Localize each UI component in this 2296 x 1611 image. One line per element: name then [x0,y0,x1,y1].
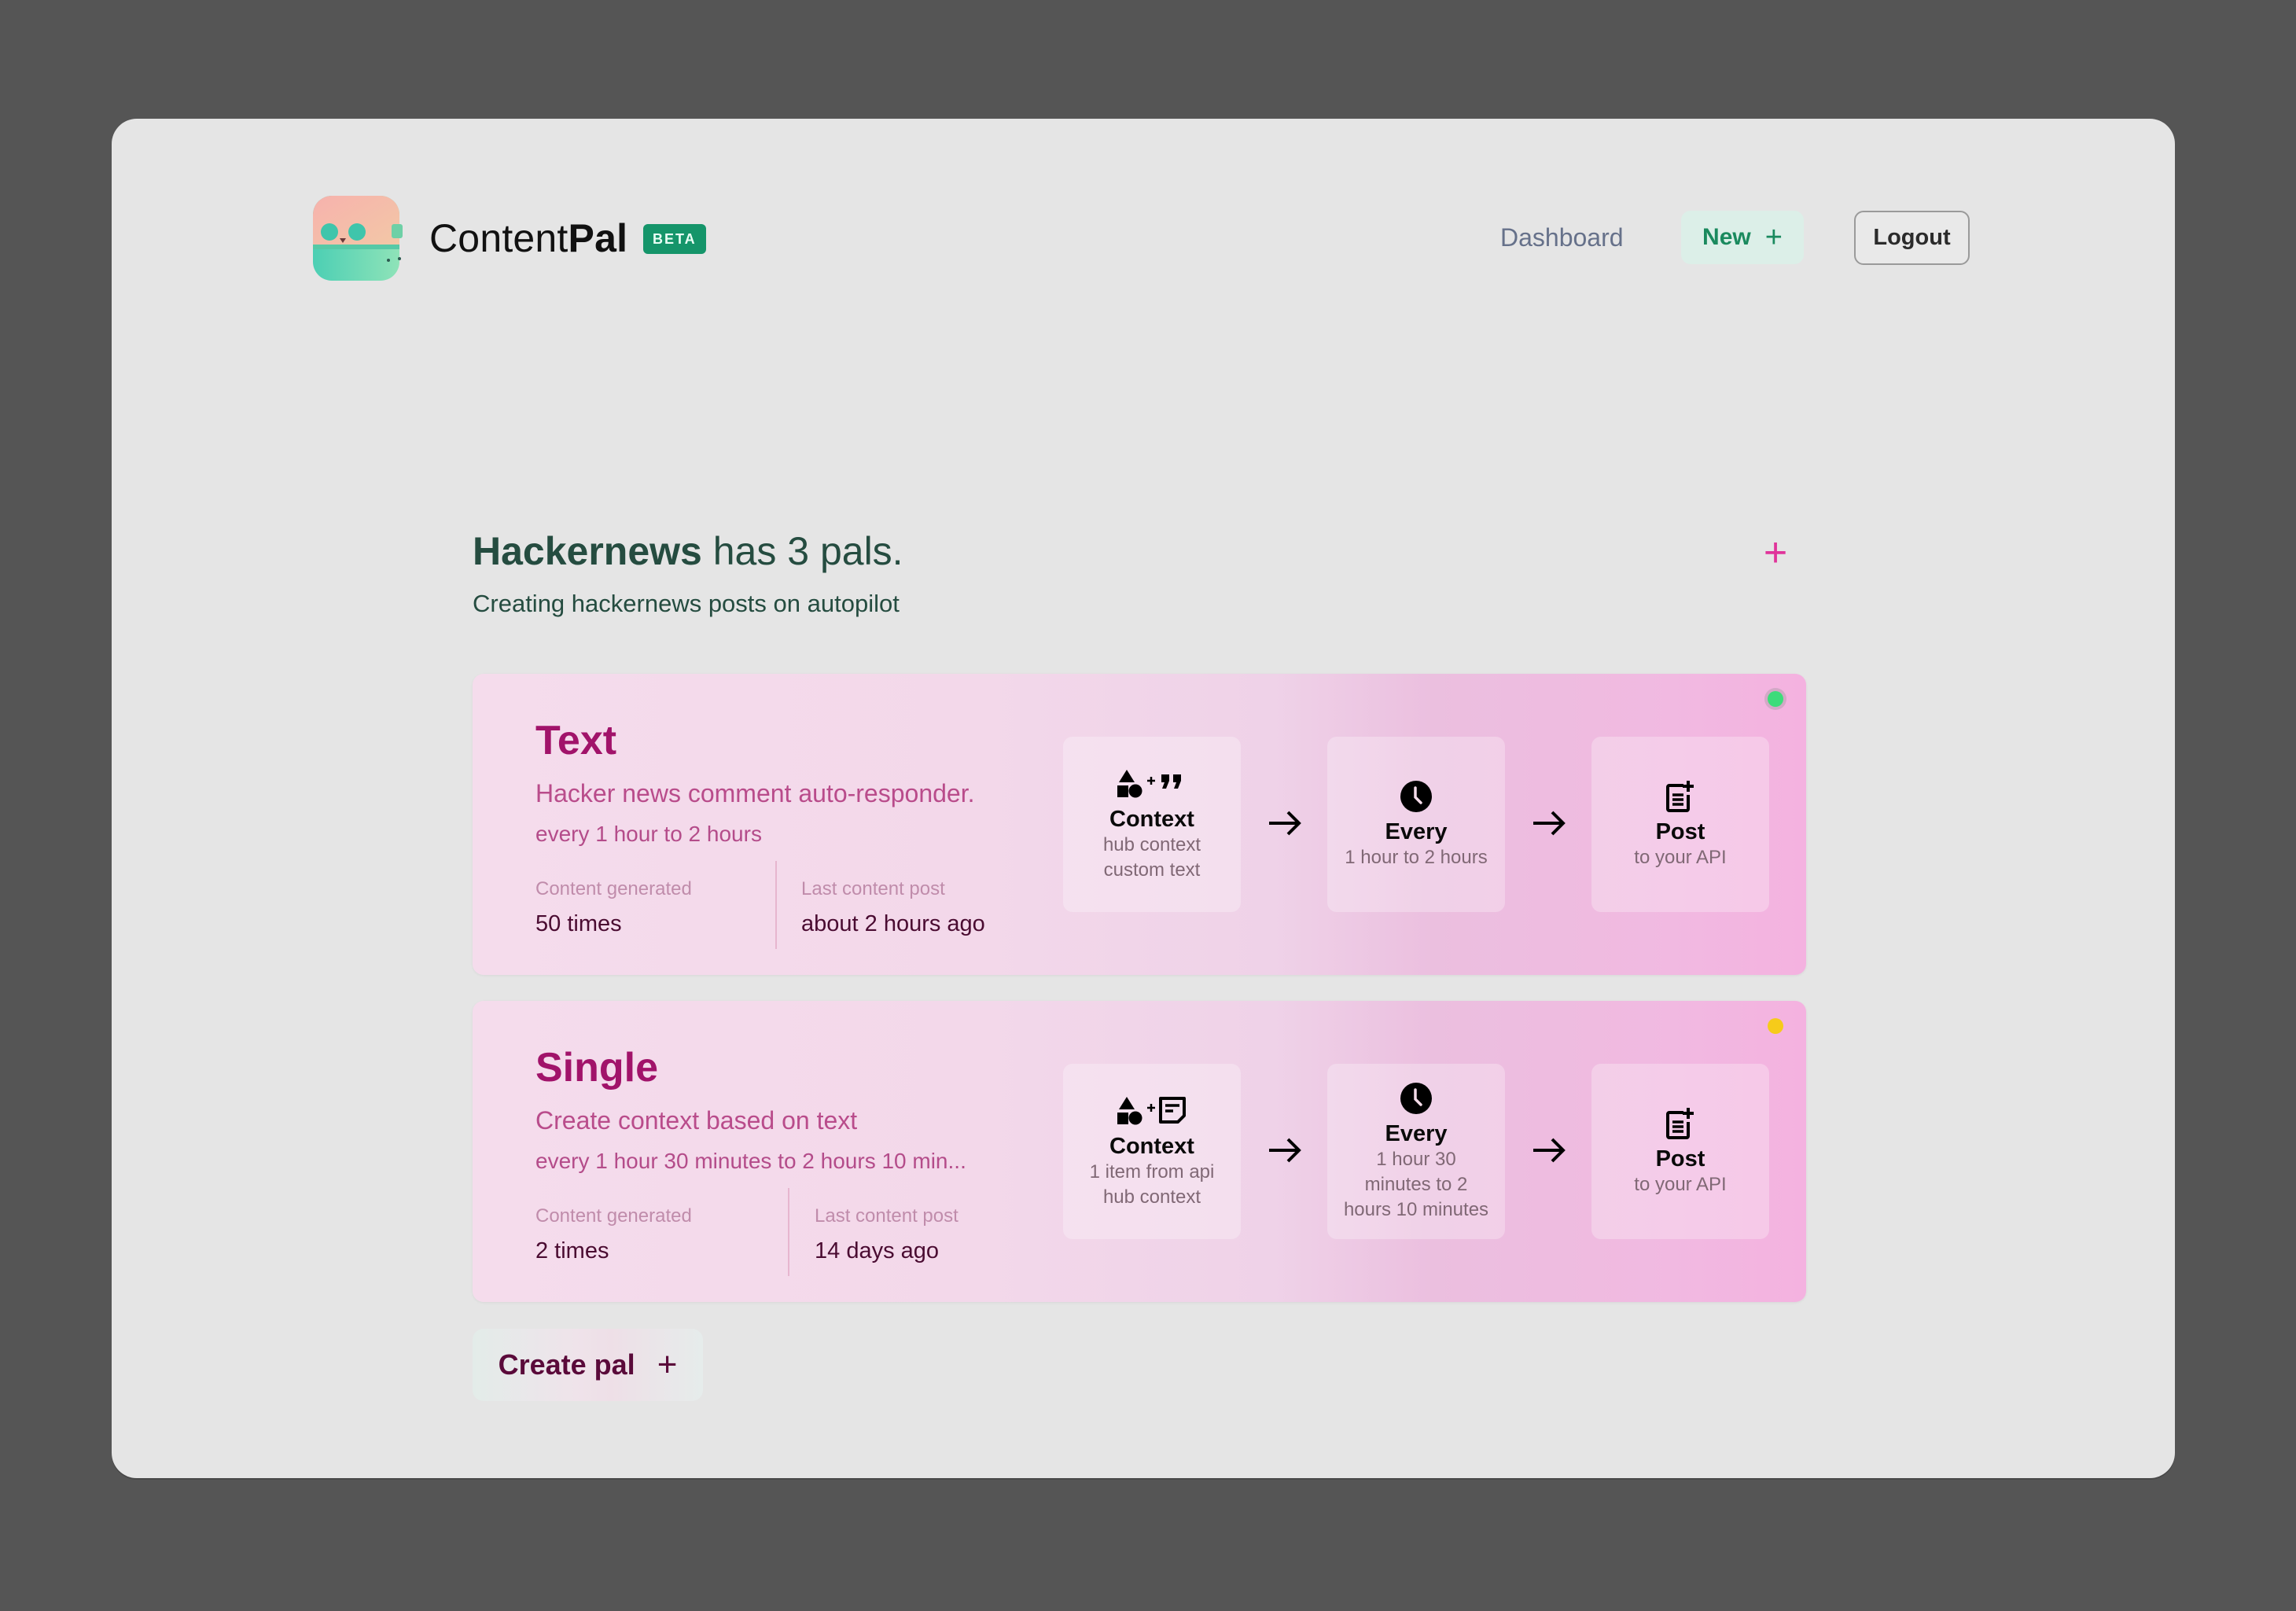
stat-value-content-generated: 50 times [535,911,622,936]
step-detail: 1 hour 30 [1376,1148,1456,1170]
page-title: Hackernews has 3 pals. [473,526,903,576]
step-detail: minutes to 2 [1364,1173,1468,1195]
brand-name[interactable]: ContentPal [429,213,627,263]
step-context: Context hub context custom text [1063,737,1241,912]
stat-divider [775,861,777,949]
contentpal-logo-icon[interactable] [308,193,406,285]
stat-label-last-post: Last content post [801,878,945,899]
hub-name: Hackernews [473,529,702,573]
pal-count-text: has 3 pals. [701,529,903,573]
pal-schedule: every 1 hour 30 minutes to 2 hours 10 mi… [535,1149,966,1173]
step-title: Every [1385,1120,1448,1146]
stat-label-last-post: Last content post [815,1205,959,1227]
arrow-right-icon [1533,1138,1566,1163]
hub-description: Creating hackernews posts on autopilot [473,590,900,617]
pal-description: Hacker news comment auto-responder. [535,779,975,807]
step-detail: to your API [1634,1173,1727,1195]
create-pal-label: Create pal [498,1348,635,1381]
brand-name-bold: Pal [568,216,628,260]
stat-label-content-generated: Content generated [535,878,692,899]
beta-badge: BETA [643,224,706,254]
pal-description: Create context based on text [535,1106,858,1135]
stat-divider [788,1188,789,1276]
plus-icon: + [657,1345,678,1384]
plus-icon: + [1764,221,1783,254]
step-detail: hours 10 minutes [1343,1198,1489,1220]
pal-schedule: every 1 hour to 2 hours [535,822,762,846]
step-context: Context 1 item from api hub context [1063,1064,1241,1239]
step-detail: hub context [1102,1186,1201,1208]
step-title: Context [1109,806,1194,832]
shapes-plus-quote-icon [1113,767,1191,801]
post-add-icon [1663,779,1698,814]
step-detail: custom text [1103,859,1201,881]
app-window: ContentPal BETA Dashboard New + Logout H… [112,119,2175,1478]
arrow-right-icon [1269,811,1301,836]
stat-label-content-generated: Content generated [535,1205,692,1227]
step-title: Context [1109,1133,1194,1159]
step-detail: hub context [1102,833,1201,855]
add-pal-icon[interactable]: + [1760,531,1791,575]
create-pal-button[interactable]: Create pal + [473,1329,703,1401]
pal-card[interactable]: Single Create context based on text ever… [473,1001,1806,1302]
clock-icon [1399,779,1433,814]
step-detail: 1 hour to 2 hours [1345,846,1488,868]
stat-value-content-generated: 2 times [535,1238,609,1263]
pal-card[interactable]: Text Hacker news comment auto-responder.… [473,674,1806,975]
step-post: Post to your API [1591,737,1769,912]
shapes-plus-note-icon [1113,1094,1191,1128]
nav-dashboard-link[interactable]: Dashboard [1500,219,1624,256]
stat-value-last-post: 14 days ago [815,1238,940,1263]
clock-icon [1399,1081,1433,1116]
pal-title: Text [535,718,617,763]
status-dot-pending [1768,1018,1783,1034]
arrow-right-icon [1533,811,1566,836]
arrow-right-icon [1269,1138,1301,1163]
step-detail: to your API [1634,846,1727,868]
step-every: Every 1 hour to 2 hours [1327,737,1505,912]
new-button-label: New [1702,224,1751,250]
step-post: Post to your API [1591,1064,1769,1239]
brand-name-light: Content [429,216,568,260]
status-dot-active [1768,691,1783,707]
step-detail: 1 item from api [1089,1160,1215,1183]
step-every: Every 1 hour 30 minutes to 2 hours 10 mi… [1327,1064,1505,1239]
nav-new-button[interactable]: New + [1681,211,1804,264]
step-title: Post [1655,1146,1705,1171]
stat-value-last-post: about 2 hours ago [801,911,985,936]
step-title: Every [1385,818,1448,844]
step-title: Post [1655,818,1705,844]
pal-title: Single [535,1045,659,1091]
logout-button[interactable]: Logout [1854,211,1970,265]
post-add-icon [1663,1106,1698,1141]
